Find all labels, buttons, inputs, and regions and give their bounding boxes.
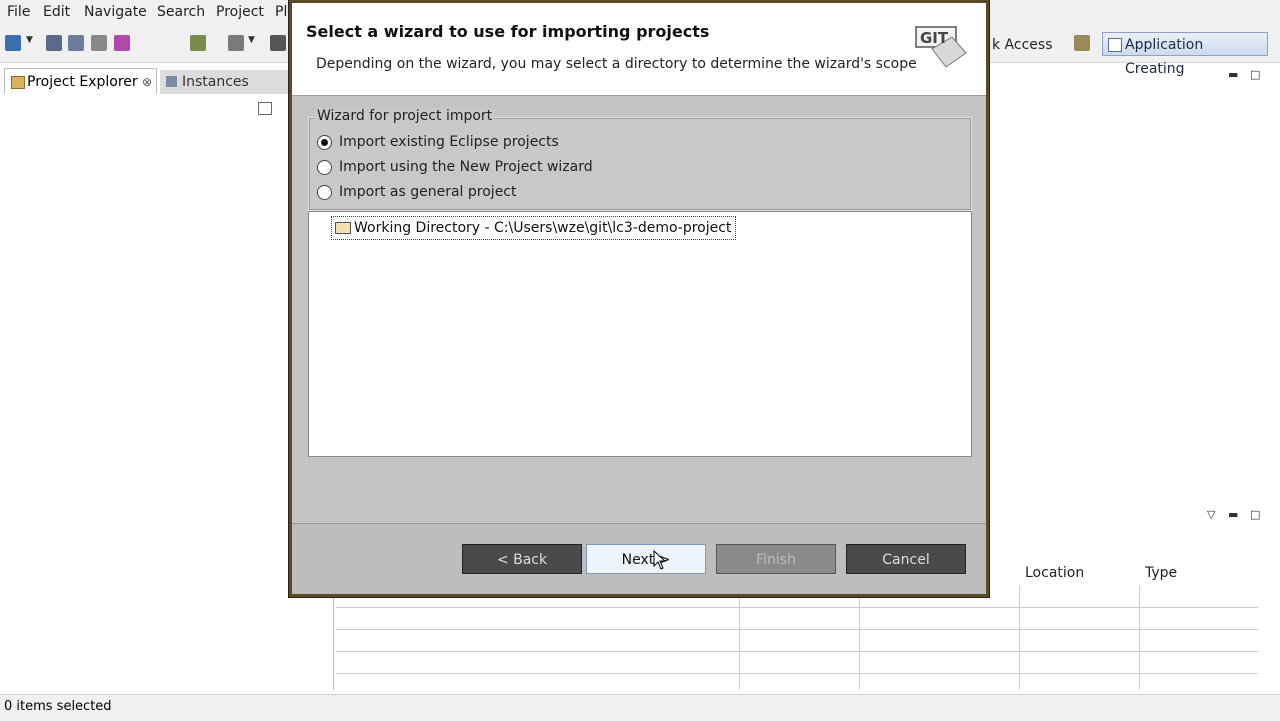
tab-instances[interactable]: Instances (160, 70, 288, 94)
minimize-icon[interactable]: ▬ (1228, 508, 1238, 521)
instances-icon (166, 76, 177, 87)
maximize-icon[interactable]: □ (1250, 68, 1260, 81)
menu-project[interactable]: Project (216, 4, 264, 20)
tree-item-label: Working Directory - C:\Users\wze\git\lc3… (354, 220, 732, 236)
table-body (336, 586, 1258, 690)
menu-edit[interactable]: Edit (43, 4, 70, 20)
git-logo-text: GIT (920, 29, 949, 47)
wizard-group: Wizard for project import Import existin… (308, 108, 972, 211)
menu-file[interactable]: File (7, 4, 30, 20)
folder-icon (11, 76, 25, 89)
radio-button[interactable] (317, 135, 332, 150)
perspective-label: Application Creating (1125, 37, 1204, 77)
close-icon[interactable]: ⊗ (142, 69, 152, 95)
menu-search[interactable]: Search (157, 4, 205, 20)
perspective-button[interactable]: Application Creating (1102, 32, 1268, 77)
finish-button[interactable]: Finish (716, 544, 836, 574)
project-explorer-panel: Project Explorer ⊗ Instances (0, 64, 334, 690)
column-header-type[interactable]: Type (1139, 560, 1258, 586)
tree-item-working-directory[interactable]: Working Directory - C:\Users\wze\git\lc3… (331, 216, 737, 240)
radio-label: Import as general project (339, 184, 517, 200)
quick-access-field[interactable]: k Access (992, 34, 1056, 56)
radio-button[interactable] (317, 185, 332, 200)
open-perspective-icon[interactable] (1074, 35, 1090, 51)
tab-label: Instances (182, 74, 249, 90)
tab-label: Project Explorer (27, 74, 138, 90)
status-text: 0 items selected (4, 699, 112, 714)
minimize-icon[interactable]: ▬ (1228, 68, 1238, 81)
radio-label: Import existing Eclipse projects (339, 134, 559, 150)
radio-label: Import using the New Project wizard (339, 159, 593, 175)
radio-import-existing[interactable]: Import existing Eclipse projects (317, 132, 559, 152)
radio-general-project[interactable]: Import as general project (317, 182, 517, 202)
menu-pl[interactable]: Pl (275, 4, 287, 20)
collapse-all-icon[interactable] (258, 102, 272, 115)
next-button[interactable]: Next > (586, 544, 706, 574)
save-icon[interactable] (46, 35, 62, 51)
folder-open-icon (335, 222, 351, 234)
chevron-down-icon[interactable]: ▼ (26, 35, 34, 51)
chevron-down-icon[interactable]: ▼ (248, 35, 256, 51)
pin-icon[interactable] (270, 35, 286, 51)
git-logo-icon: GIT (914, 23, 968, 71)
perspective-icon (1108, 38, 1122, 52)
table-row (336, 586, 1258, 690)
history-icon[interactable] (228, 35, 244, 51)
radio-new-project-wizard[interactable]: Import using the New Project wizard (317, 157, 593, 177)
tab-project-explorer[interactable]: Project Explorer ⊗ (4, 68, 157, 94)
maximize-icon[interactable]: □ (1250, 508, 1260, 521)
group-label: Wizard for project import (315, 108, 495, 124)
new-icon[interactable] (5, 35, 21, 51)
status-bar: 0 items selected (0, 694, 1280, 721)
import-wizard-dialog: Select a wizard to use for importing pro… (289, 0, 989, 597)
directory-tree: Working Directory - C:\Users\wze\git\lc3… (308, 211, 972, 457)
radio-button[interactable] (317, 160, 332, 175)
tool-icon[interactable] (190, 35, 206, 51)
column-header-location[interactable]: Location (1019, 560, 1139, 586)
dialog-description: Depending on the wizard, you may select … (316, 56, 917, 72)
print-icon[interactable] (91, 35, 107, 51)
dialog-title: Select a wizard to use for importing pro… (306, 22, 710, 41)
debug-icon[interactable] (114, 35, 130, 51)
save-all-icon[interactable] (68, 35, 84, 51)
menu-navigate[interactable]: Navigate (84, 4, 147, 20)
view-menu-icon[interactable]: ▽ (1207, 508, 1215, 521)
dialog-header: Select a wizard to use for importing pro… (292, 3, 986, 96)
back-button[interactable]: < Back (462, 544, 582, 574)
cancel-button[interactable]: Cancel (846, 544, 966, 574)
dialog-button-bar: < Back Next > Finish Cancel (292, 523, 986, 594)
